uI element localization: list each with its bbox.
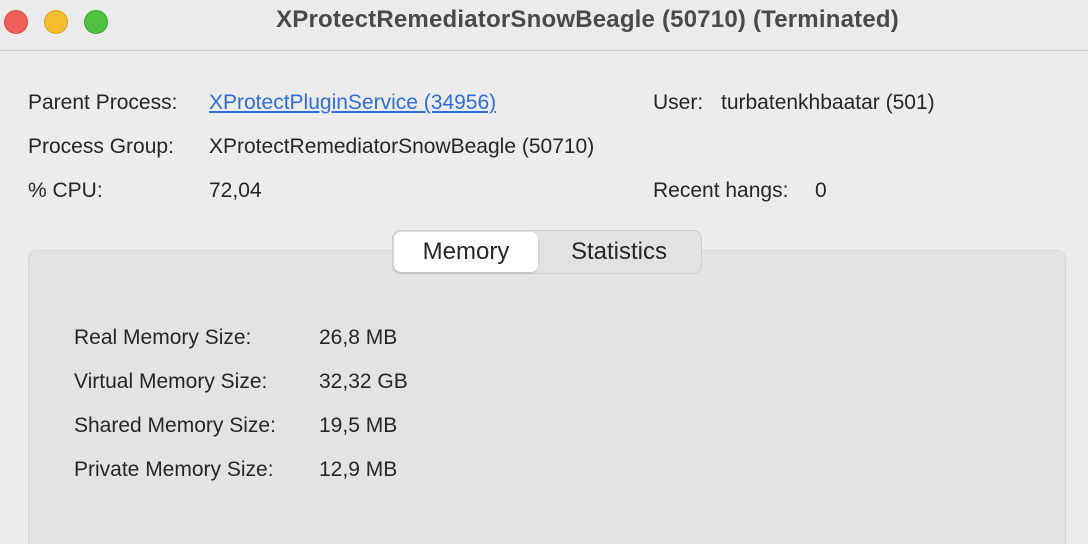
process-group-value: XProtectRemediatorSnowBeagle (50710) (209, 135, 595, 158)
cpu-row: % CPU: 72,04 Recent hangs: 0 (0, 179, 1088, 207)
memory-label: Shared Memory Size: (74, 414, 276, 437)
memory-label: Private Memory Size: (74, 458, 274, 481)
tab-memory[interactable]: Memory (394, 232, 538, 272)
recent-hangs-label: Recent hangs: (653, 179, 789, 202)
parent-process-link[interactable]: XProtectPluginService (34956) (209, 91, 496, 115)
memory-value: 32,32 GB (319, 370, 408, 393)
user-label: User: (653, 91, 704, 114)
process-group-row: Process Group: XProtectRemediatorSnowBea… (0, 135, 1088, 163)
user-value: turbatenkhbaatar (501) (721, 91, 935, 114)
close-window-button[interactable] (4, 10, 28, 34)
parent-process-label: Parent Process: (28, 91, 178, 114)
memory-value: 26,8 MB (319, 326, 398, 349)
process-group-label: Process Group: (28, 135, 174, 158)
minimize-window-button[interactable] (44, 10, 68, 34)
zoom-window-button[interactable] (84, 10, 108, 34)
recent-hangs-value: 0 (815, 179, 827, 202)
memory-label: Virtual Memory Size: (74, 370, 268, 393)
process-inspector-window: XProtectRemediatorSnowBeagle (50710) (Te… (0, 0, 1088, 544)
segmented-tab-control: Memory Statistics (392, 230, 702, 274)
cpu-value: 72,04 (209, 179, 262, 202)
cpu-label: % CPU: (28, 179, 103, 202)
memory-label: Real Memory Size: (74, 326, 252, 349)
parent-process-row: Parent Process: XProtectPluginService (3… (0, 91, 1088, 119)
title-bar[interactable]: XProtectRemediatorSnowBeagle (50710) (Te… (0, 0, 1088, 51)
tab-content-panel: Real Memory Size: 26,8 MB Virtual Memory… (28, 250, 1066, 544)
memory-value: 19,5 MB (319, 414, 398, 437)
tab-statistics[interactable]: Statistics (543, 232, 695, 272)
window-title: XProtectRemediatorSnowBeagle (50710) (Te… (276, 6, 899, 33)
memory-value: 12,9 MB (319, 458, 398, 481)
